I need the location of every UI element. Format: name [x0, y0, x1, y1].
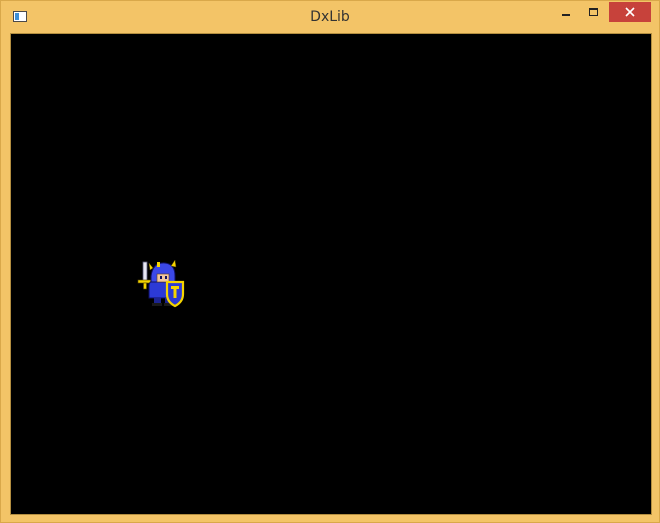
knight-sprite	[137, 259, 185, 308]
maximize-button[interactable]	[581, 3, 607, 23]
app-window: DxLib	[0, 0, 660, 523]
close-icon	[625, 7, 635, 17]
minimize-button[interactable]	[553, 3, 579, 23]
game-canvas[interactable]	[10, 33, 652, 515]
title-bar[interactable]: DxLib	[1, 1, 659, 33]
close-button[interactable]	[609, 2, 651, 22]
